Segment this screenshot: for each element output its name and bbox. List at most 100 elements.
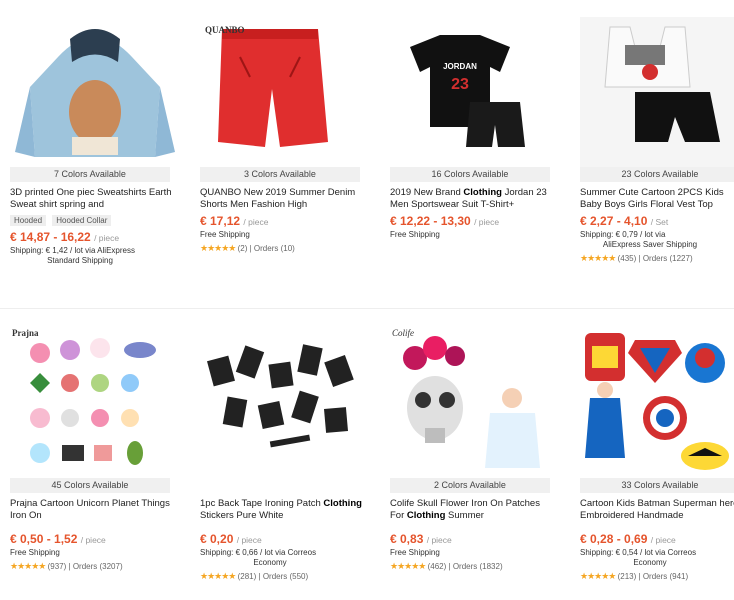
separator: | [68,562,71,571]
price-value: € 0,28 - 0,69 [580,532,648,546]
price: € 0,28 - 0,69 / piece [580,532,734,546]
orders-count: Orders (3207) [72,562,123,571]
product-image[interactable] [580,328,734,478]
shipping-info: Free Shipping [390,548,440,557]
shipping-info: Free Shipping [390,230,440,239]
letter-patches-image [207,344,354,448]
brand-logo: QUANBO [205,25,245,35]
shipping-info: Shipping: € 0,66 / lot via Correos [200,548,317,557]
product-image[interactable] [200,328,370,478]
patches-image [30,338,156,465]
price-value: € 0,50 - 1,52 [10,532,78,546]
product-image[interactable]: JORDAN 23 [390,17,560,167]
price-unit: / piece [94,233,120,243]
price-unit: / piece [426,535,452,545]
orders-count: Orders (1832) [452,562,503,571]
rating-row: ★★★★★ (435) | Orders (1227) [580,253,734,264]
hero-patches-image [585,333,729,470]
orders-count: Orders (1227) [642,254,693,263]
rating-count: (213) [617,572,637,581]
product-title[interactable]: Prajna Cartoon Unicorn Planet Things Iro… [10,498,175,522]
star-rating-icon: ★★★★★ [390,561,426,571]
product-card[interactable]: JORDAN 23 16 Colors Available 2019 New B… [390,17,565,240]
price-unit: / piece [243,217,269,227]
product-title[interactable]: Summer Cute Cartoon 2PCS Kids Baby Boys … [580,187,734,211]
row-divider [0,308,734,309]
tag-hooded[interactable]: Hooded [10,215,47,226]
shirt-logo-text: JORDAN [443,62,477,71]
separator: | [258,572,261,581]
orders-count: Orders (941) [642,572,689,581]
orders-count: Orders (550) [262,572,309,581]
colors-available: 23 Colors Available [580,167,734,182]
star-rating-icon: ★★★★★ [580,571,616,581]
product-title[interactable]: Colife Skull Flower Iron On Patches For … [390,498,555,522]
title-text: 2019 New Brand [390,187,464,198]
product-title[interactable]: 2019 New Brand Clothing Jordan 23 Men Sp… [390,187,555,211]
price: € 12,22 - 13,30 / piece [390,214,565,228]
product-card[interactable]: Colife 2 Colors Available Colife Skull F… [390,328,565,572]
price: € 14,87 - 16,22 / piece [10,230,185,244]
product-image[interactable]: QUANBO [200,17,370,167]
product-card[interactable]: QUANBO 3 Colors Available QUANBO New 201… [200,17,375,254]
brand-logo: Colife [392,328,414,338]
title-text: Stickers Pure White [200,510,284,521]
brand-logo: Prajna [12,328,39,338]
title-keyword: Clothing [463,187,502,198]
shipping-info: Free Shipping [200,230,250,239]
shipping-info: Shipping: € 1,42 / lot via AliExpress [10,246,135,255]
product-image[interactable] [580,17,734,167]
product-image[interactable] [10,17,180,167]
product-tags: Hooded Hooded Collar [10,215,185,227]
colors-available: 3 Colors Available [200,167,360,182]
tracksuit-image: JORDAN 23 [410,35,525,147]
colors-available: 33 Colors Available [580,478,734,493]
product-title[interactable]: QUANBO New 2019 Summer Denim Shorts Men … [200,187,365,211]
colors-available [200,478,360,493]
skull-patch-image [403,336,540,468]
price: € 0,50 - 1,52 / piece [10,532,185,546]
product-title[interactable]: 3D printed One piec Sweatshirts Earth Sw… [10,187,175,211]
price-value: € 0,20 [200,532,234,546]
price-value: € 12,22 - 13,30 [390,214,471,228]
price-unit: / Set [650,217,669,227]
title-text: 1pc Back Tape Ironing Patch [200,498,324,509]
colors-available: 16 Colors Available [390,167,550,182]
title-text: Summer [445,510,484,521]
price-unit: / piece [474,217,500,227]
hoodie-image [15,29,175,157]
product-image[interactable]: Prajna [10,328,180,478]
orders-count: Orders (10) [253,244,295,253]
product-card[interactable]: 33 Colors Available Cartoon Kids Batman … [580,328,734,582]
product-title[interactable]: 1pc Back Tape Ironing Patch Clothing Sti… [200,498,365,522]
tag-hooded-collar[interactable]: Hooded Collar [52,215,112,226]
rating-count: (281) [237,572,257,581]
shipping-method: Standard Shipping [47,256,113,265]
colors-available: 45 Colors Available [10,478,170,493]
rating-row: ★★★★★ (462) | Orders (1832) [390,561,565,572]
star-rating-icon: ★★★★★ [200,571,236,581]
product-card[interactable]: 1pc Back Tape Ironing Patch Clothing Sti… [200,328,375,582]
price: € 0,83 / piece [390,532,565,546]
price-unit: / piece [236,535,262,545]
shipping-method: Economy [253,558,287,567]
separator: | [638,254,641,263]
product-card[interactable]: Prajna 45 Colors Available Prajna Cartoo… [10,328,185,572]
price: € 2,27 - 4,10 / Set [580,214,734,228]
price-unit: / piece [650,535,676,545]
product-card[interactable]: 7 Colors Available 3D printed One piec S… [10,17,185,266]
separator: | [249,244,252,253]
product-title[interactable]: Cartoon Kids Batman Superman hero Embroi… [580,498,734,522]
product-image[interactable]: Colife [390,328,560,478]
star-rating-icon: ★★★★★ [200,243,236,253]
price-unit: / piece [80,535,106,545]
shirt-number: 23 [451,76,469,93]
rating-count: (937) [47,562,67,571]
product-card[interactable]: 23 Colors Available Summer Cute Cartoon … [580,17,734,264]
price-value: € 17,12 [200,214,241,228]
title-keyword: Clothing [406,510,446,521]
shipping-info: Shipping: € 0,79 / lot via [580,230,666,239]
shipping-method: Economy [633,558,667,567]
rating-row: ★★★★★ (2) | Orders (10) [200,243,375,254]
kids-set-image [604,26,720,142]
